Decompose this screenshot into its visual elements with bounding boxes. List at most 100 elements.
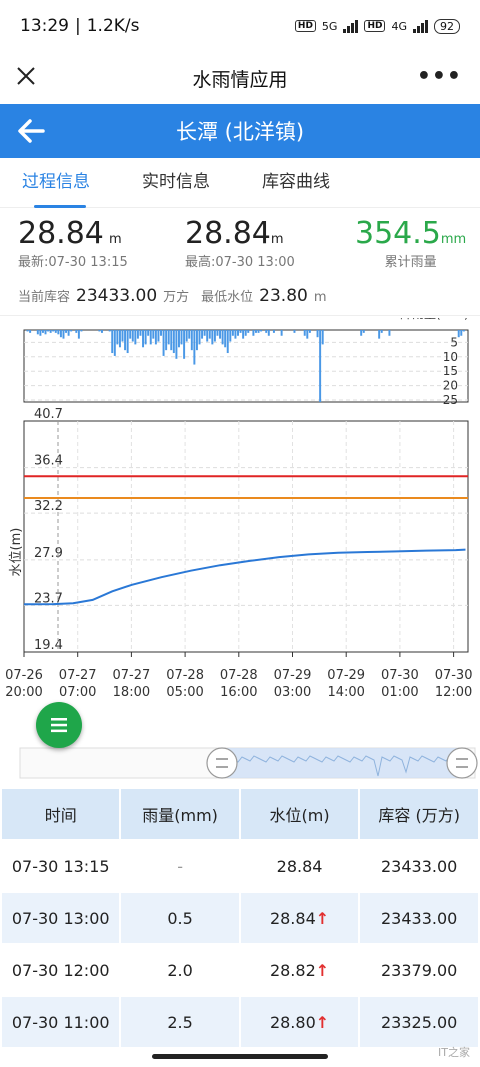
back-arrow-icon[interactable] [16, 117, 46, 145]
rain-bar [221, 330, 224, 345]
latest-value: 28.84 [18, 216, 104, 251]
level-tick-label: 36.4 [34, 454, 63, 469]
cell-storage: 23433.00 [358, 891, 480, 945]
rain-bar [142, 330, 145, 348]
rain-bar [41, 330, 44, 333]
range-handle-icon[interactable] [446, 747, 478, 779]
rain-tick-label: 10 [443, 350, 458, 364]
stat-latest: 28.84 m 最新:07-30 13:15 [18, 216, 128, 270]
rain-bar [378, 330, 381, 339]
tab-bar: 过程信息 实时信息 库容曲线 [0, 158, 480, 208]
range-handle-circle [206, 747, 238, 779]
rain-bar [139, 330, 142, 336]
rain-bar [213, 330, 216, 342]
cell-level: 28.84↑ [238, 891, 361, 945]
rain-bar [257, 330, 260, 333]
rain-bar [118, 330, 121, 348]
rain-bar [267, 330, 270, 336]
rain-bar [77, 330, 80, 339]
rain-bar [49, 330, 52, 333]
rain-bar [157, 330, 160, 342]
cell-rain: 2.5 [119, 995, 241, 1049]
rain-bar [195, 330, 198, 351]
data-table: 时间 雨量(mm) 水位(m) 库容 (万方) 07-30 13:15 - 28… [0, 787, 480, 1049]
status-bar: 13:29 | 1.2K/s HD 5G HD 4G 92 [0, 0, 480, 52]
rain-bar [175, 330, 178, 359]
storage-label: 当前库容 [18, 290, 71, 305]
rain-bar [303, 330, 306, 336]
table-row[interactable]: 07-30 13:15 - 28.84 23433.00 [0, 839, 480, 893]
rain-bar [272, 330, 275, 333]
latest-label: 最新:07-30 13:15 [18, 255, 128, 270]
rain-bar [170, 330, 173, 351]
rain-chart-frame [23, 329, 469, 403]
status-time: 13:29 [20, 16, 69, 36]
rain-bar [26, 330, 29, 332]
rain-bar [29, 330, 32, 333]
rise-arrow-icon: ↑ [315, 1012, 330, 1032]
rain-bar [237, 330, 239, 336]
cell-storage: 23433.00 [358, 839, 480, 893]
rain-tick-label: 20 [443, 379, 458, 393]
cell-storage: 23325.00 [358, 995, 480, 1049]
rain-bar [239, 330, 242, 333]
more-icon[interactable]: ••• [417, 64, 462, 89]
x-tick-label-time: 05:00 [166, 685, 203, 700]
min-level-label: 最低水位 [201, 290, 254, 305]
x-tick-label-date: 07-27 [113, 668, 151, 683]
rain-bar [167, 330, 170, 345]
tab-process-info[interactable]: 过程信息 [22, 158, 98, 208]
battery-icon: 92 [434, 18, 460, 34]
rain-bar [252, 330, 255, 336]
tab-storage-curve[interactable]: 库容曲线 [262, 158, 338, 208]
rain-bar [59, 330, 62, 338]
rain-bar [224, 330, 227, 348]
rain-label: 累计雨量 [384, 255, 437, 270]
station-header: 长潭 (北洋镇) [0, 104, 480, 158]
close-icon[interactable] [14, 64, 38, 88]
rain-bar [319, 330, 322, 402]
table-row[interactable]: 07-30 11:00 2.5 28.80↑ 23325.00 [0, 995, 480, 1049]
level-tick-label: 27.9 [34, 546, 63, 561]
rain-bar [380, 330, 383, 333]
level-value: 28.80 [269, 1012, 316, 1032]
rain-bar [201, 330, 204, 339]
tab-realtime-info[interactable]: 实时信息 [142, 158, 218, 208]
hd-icon: HD [294, 20, 316, 32]
x-tick-label-date: 07-30 [435, 668, 473, 683]
table-row[interactable]: 07-30 13:00 0.5 28.84↑ 23433.00 [0, 891, 480, 945]
x-tick-label-date: 07-29 [274, 668, 312, 683]
home-indicator[interactable] [152, 1054, 328, 1059]
cell-rain: 2.0 [119, 943, 241, 997]
rain-bar [203, 330, 206, 336]
rain-bar [149, 330, 152, 345]
rain-bar [80, 330, 83, 332]
rain-bar [57, 330, 60, 335]
rain-bar [160, 330, 162, 336]
range-handle-icon[interactable] [206, 747, 238, 779]
x-tick-label-time: 18:00 [113, 685, 150, 700]
rain-bar [113, 330, 116, 356]
rain-bar [152, 330, 155, 339]
cell-time: 07-30 12:00 [0, 943, 122, 997]
rain-bar [198, 330, 201, 345]
rain-bar [124, 330, 127, 351]
rain-bar [208, 330, 211, 339]
level-tick-label: 32.2 [34, 499, 63, 514]
table-header-row: 时间 雨量(mm) 水位(m) 库容 (万方) [0, 787, 480, 841]
menu-fab-button[interactable] [36, 702, 82, 748]
rain-bar [75, 330, 78, 333]
cell-level: 28.80↑ [238, 995, 361, 1049]
x-tick-label-date: 07-26 [5, 668, 43, 683]
x-tick-label-date: 07-30 [381, 668, 419, 683]
rain-bar [44, 330, 47, 335]
rain-bar [211, 330, 214, 345]
rain-bar [388, 330, 391, 336]
x-tick-label-date: 07-28 [220, 668, 258, 683]
rain-bar [70, 330, 73, 332]
signal-icon [343, 19, 359, 33]
x-tick-label-time: 16:00 [220, 685, 257, 700]
rain-bar [54, 330, 57, 333]
table-row[interactable]: 07-30 12:00 2.0 28.82↑ 23379.00 [0, 943, 480, 997]
rain-bar [193, 330, 196, 365]
